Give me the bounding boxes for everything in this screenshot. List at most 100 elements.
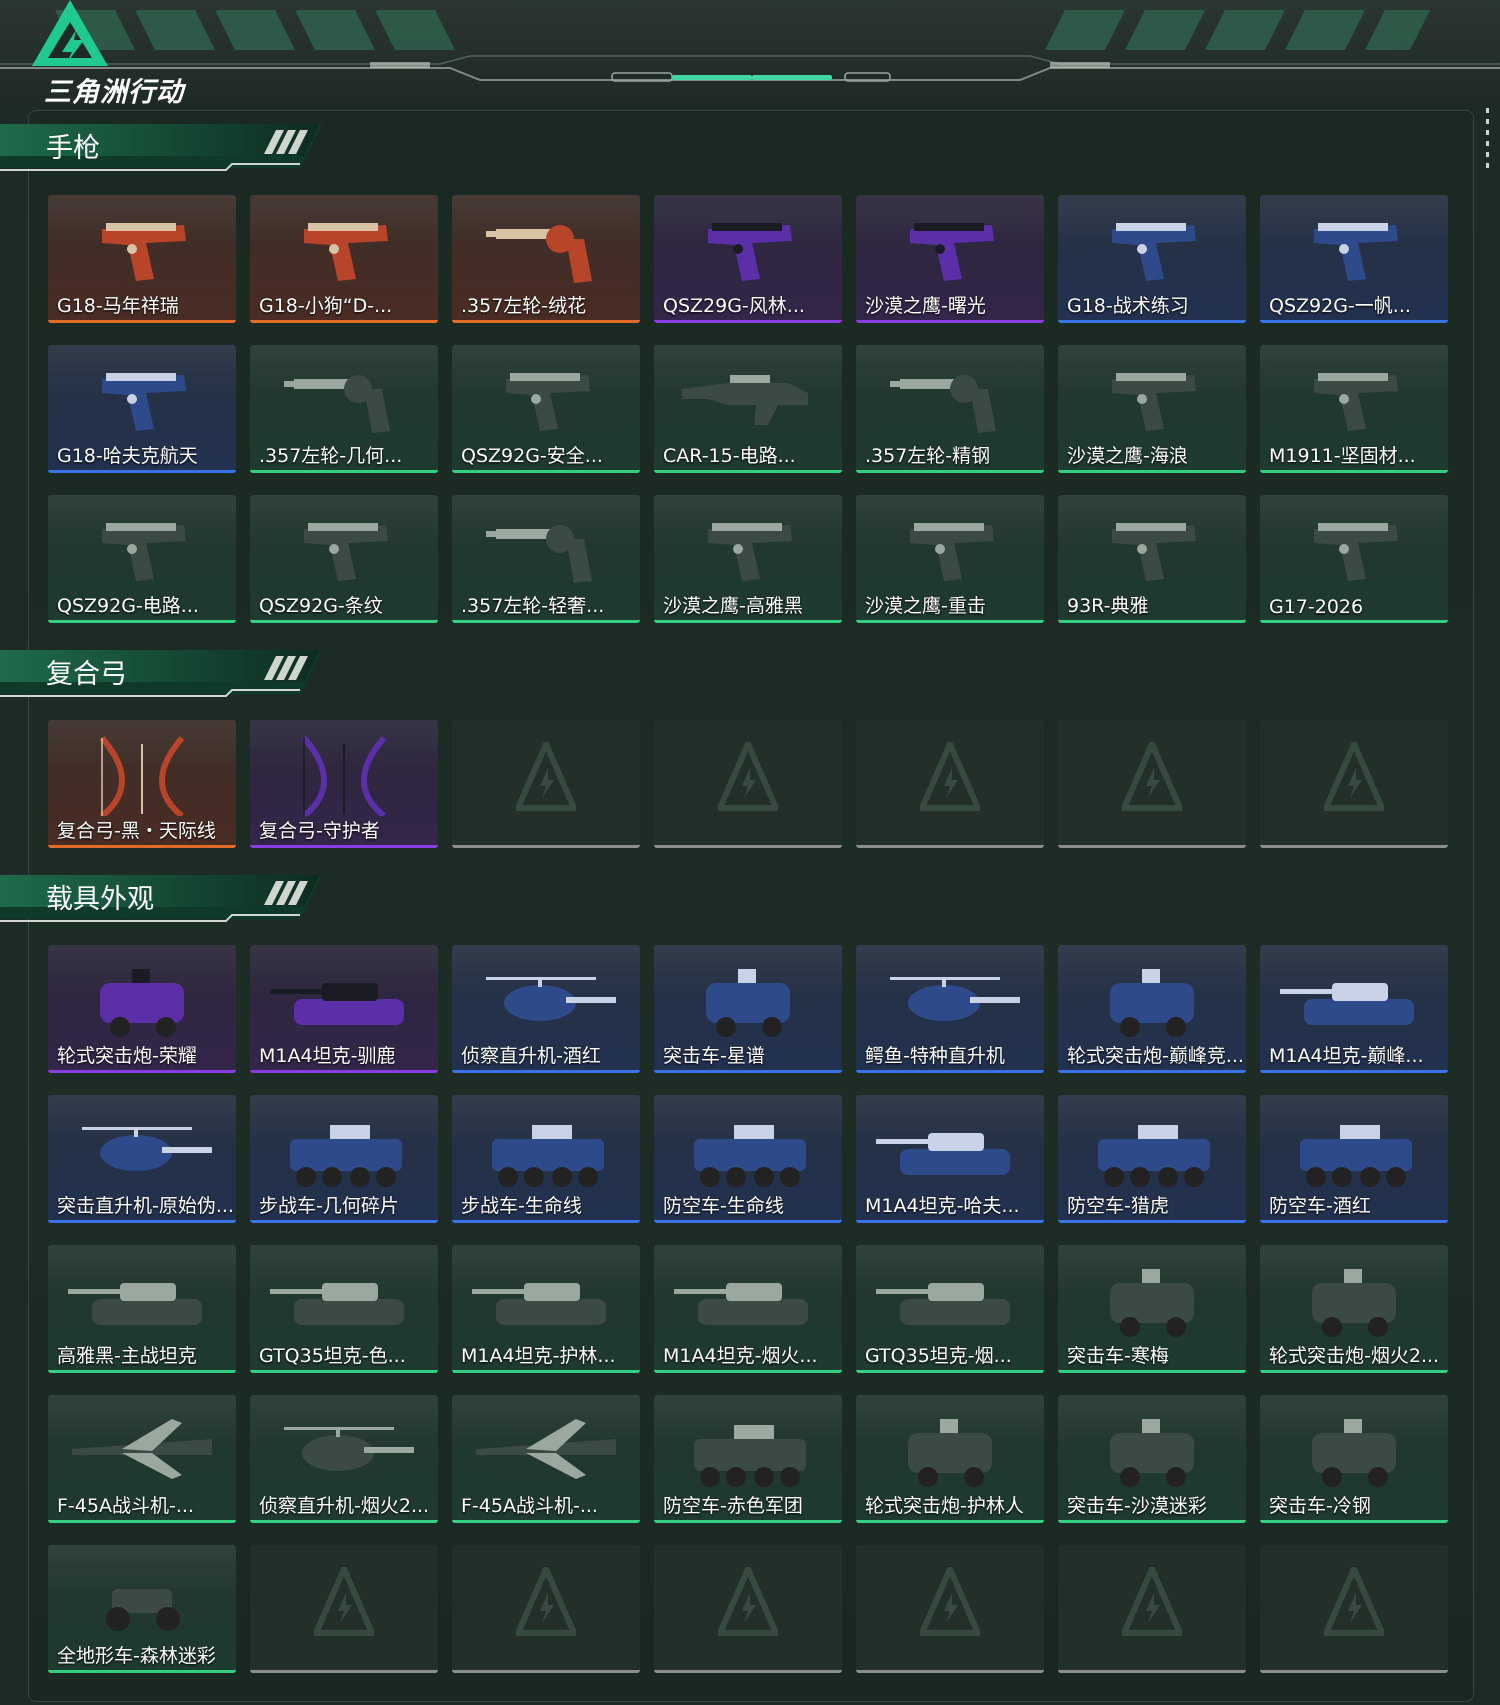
item-label: 轮式突击炮-巅峰竞... [1067,1045,1244,1067]
item-label: QSZ92G-条纹 [259,595,383,617]
tank-icon [68,1283,202,1325]
item-card[interactable]: 沙漠之鹰-海浪 [1058,345,1246,473]
item-card[interactable]: M1A4坦克-巅峰... [1260,945,1448,1073]
item-label: QSZ92G-一帆... [1269,295,1411,317]
item-card[interactable]: M1A4坦克-烟火... [654,1245,842,1373]
apc-icon [694,1425,806,1487]
item-card[interactable]: .357左轮-几何... [250,345,438,473]
pistol-icon [708,523,792,581]
item-card[interactable]: QSZ92G-一帆... [1260,195,1448,323]
pistol-grid: G18-马年祥瑞 G18-小狗“D-... .357左轮-绒花 QSZ29G-风林..… [48,195,1450,623]
item-card[interactable]: .357左轮-绒花 [452,195,640,323]
item-label: M1A4坦克-哈夫... [865,1195,1020,1217]
atv-icon [106,1589,180,1631]
pistol-icon [1314,373,1398,431]
item-card[interactable]: M1A4坦克-驯鹿 [250,945,438,1073]
empty-slot [654,1545,842,1673]
item-card[interactable]: G18-马年祥瑞 [48,195,236,323]
item-label: F-45A战斗机-... [461,1495,598,1517]
item-label: 复合弓-守护者 [259,820,380,842]
item-label: 轮式突击炮-荣耀 [57,1045,197,1067]
item-card[interactable]: 突击直升机-原始伪... [48,1095,236,1223]
tank-icon [876,1283,1010,1325]
item-card[interactable]: G18-哈夫克航天 [48,345,236,473]
section-title: 手枪 [46,133,100,164]
item-card[interactable]: 沙漠之鹰-重击 [856,495,1044,623]
item-card[interactable]: 高雅黑-主战坦克 [48,1245,236,1373]
item-card[interactable]: QSZ29G-风林... [654,195,842,323]
item-card[interactable]: QSZ92G-电路... [48,495,236,623]
item-label: G18-马年祥瑞 [57,295,179,317]
item-card[interactable]: 复合弓-黑・天际线 [48,720,236,848]
logo-watermark-icon [516,742,576,811]
item-card[interactable]: 突击车-冷钢 [1260,1395,1448,1523]
item-label: 复合弓-黑・天际线 [57,820,216,842]
pistol-icon [102,373,186,431]
item-card[interactable]: 防空车-猎虎 [1058,1095,1246,1223]
item-label: G18-哈夫克航天 [57,445,198,467]
item-card[interactable]: 防空车-酒红 [1260,1095,1448,1223]
item-card[interactable]: M1A4坦克-哈夫... [856,1095,1044,1223]
empty-slot [250,1545,438,1673]
item-card[interactable]: CAR-15-电路... [654,345,842,473]
logo-watermark-icon [1122,742,1182,811]
item-card[interactable]: G18-战术练习 [1058,195,1246,323]
item-card[interactable]: 全地形车-森林迷彩 [48,1545,236,1673]
item-card[interactable]: 复合弓-守护者 [250,720,438,848]
armored-car-icon [706,969,790,1037]
item-label: 突击直升机-原始伪... [57,1195,234,1217]
item-card[interactable]: G18-小狗“D-... [250,195,438,323]
item-card[interactable]: 突击车-寒梅 [1058,1245,1246,1373]
item-card[interactable]: GTQ35坦克-色... [250,1245,438,1373]
item-card[interactable]: 侦察直升机-酒红 [452,945,640,1073]
item-card[interactable]: 防空车-生命线 [654,1095,842,1223]
item-card[interactable]: 沙漠之鹰-高雅黑 [654,495,842,623]
item-card[interactable]: 鳄鱼-特种直升机 [856,945,1044,1073]
item-label: M1A4坦克-烟火... [663,1345,818,1367]
armored-car-icon [908,1419,992,1487]
pistol-icon [304,223,388,281]
item-card[interactable]: QSZ92G-安全... [452,345,640,473]
item-label: 高雅黑-主战坦克 [57,1345,197,1367]
item-card[interactable]: M1A4坦克-护林... [452,1245,640,1373]
item-card[interactable]: 突击车-星谱 [654,945,842,1073]
item-card[interactable]: 步战车-几何碎片 [250,1095,438,1223]
item-card[interactable]: 侦察直升机-烟火2... [250,1395,438,1523]
pistol-icon [910,223,994,281]
item-card[interactable]: 轮式突击炮-荣耀 [48,945,236,1073]
apc-icon [694,1125,806,1187]
item-card[interactable]: .357左轮-轻奢... [452,495,640,623]
rifle-icon [682,375,808,425]
item-card[interactable]: QSZ92G-条纹 [250,495,438,623]
armored-car-icon [1110,1269,1194,1337]
item-card[interactable]: 沙漠之鹰-曙光 [856,195,1044,323]
scrollbar-dots[interactable] [1486,108,1490,178]
logo-watermark-icon [920,1567,980,1636]
empty-slot [1058,720,1246,848]
pistol-icon [1112,523,1196,581]
item-card[interactable]: 轮式突击炮-护林人 [856,1395,1044,1523]
item-card[interactable]: 轮式突击炮-烟火2... [1260,1245,1448,1373]
item-label: QSZ92G-电路... [57,595,199,617]
section-title: 复合弓 [46,659,127,690]
item-label: 轮式突击炮-护林人 [865,1495,1024,1517]
logo-watermark-icon [1122,1567,1182,1636]
logo-watermark-icon [718,742,778,811]
armored-car-icon [1312,1419,1396,1487]
item-card[interactable]: 突击车-沙漠迷彩 [1058,1395,1246,1523]
item-card[interactable]: F-45A战斗机-... [452,1395,640,1523]
item-card[interactable]: 轮式突击炮-巅峰竞... [1058,945,1246,1073]
pistol-icon [1314,223,1398,281]
item-label: 沙漠之鹰-重击 [865,595,986,617]
item-card[interactable]: M1911-坚固材... [1260,345,1448,473]
item-card[interactable]: G17-2026 [1260,495,1448,623]
item-card[interactable]: 步战车-生命线 [452,1095,640,1223]
tank-icon [270,1283,404,1325]
item-card[interactable]: .357左轮-精钢 [856,345,1044,473]
item-card[interactable]: 93R-典雅 [1058,495,1246,623]
empty-slot [452,1545,640,1673]
item-card[interactable]: 防空车-赤色军团 [654,1395,842,1523]
item-card[interactable]: F-45A战斗机-... [48,1395,236,1523]
item-card[interactable]: GTQ35坦克-烟... [856,1245,1044,1373]
helicopter-icon [890,977,1020,1021]
